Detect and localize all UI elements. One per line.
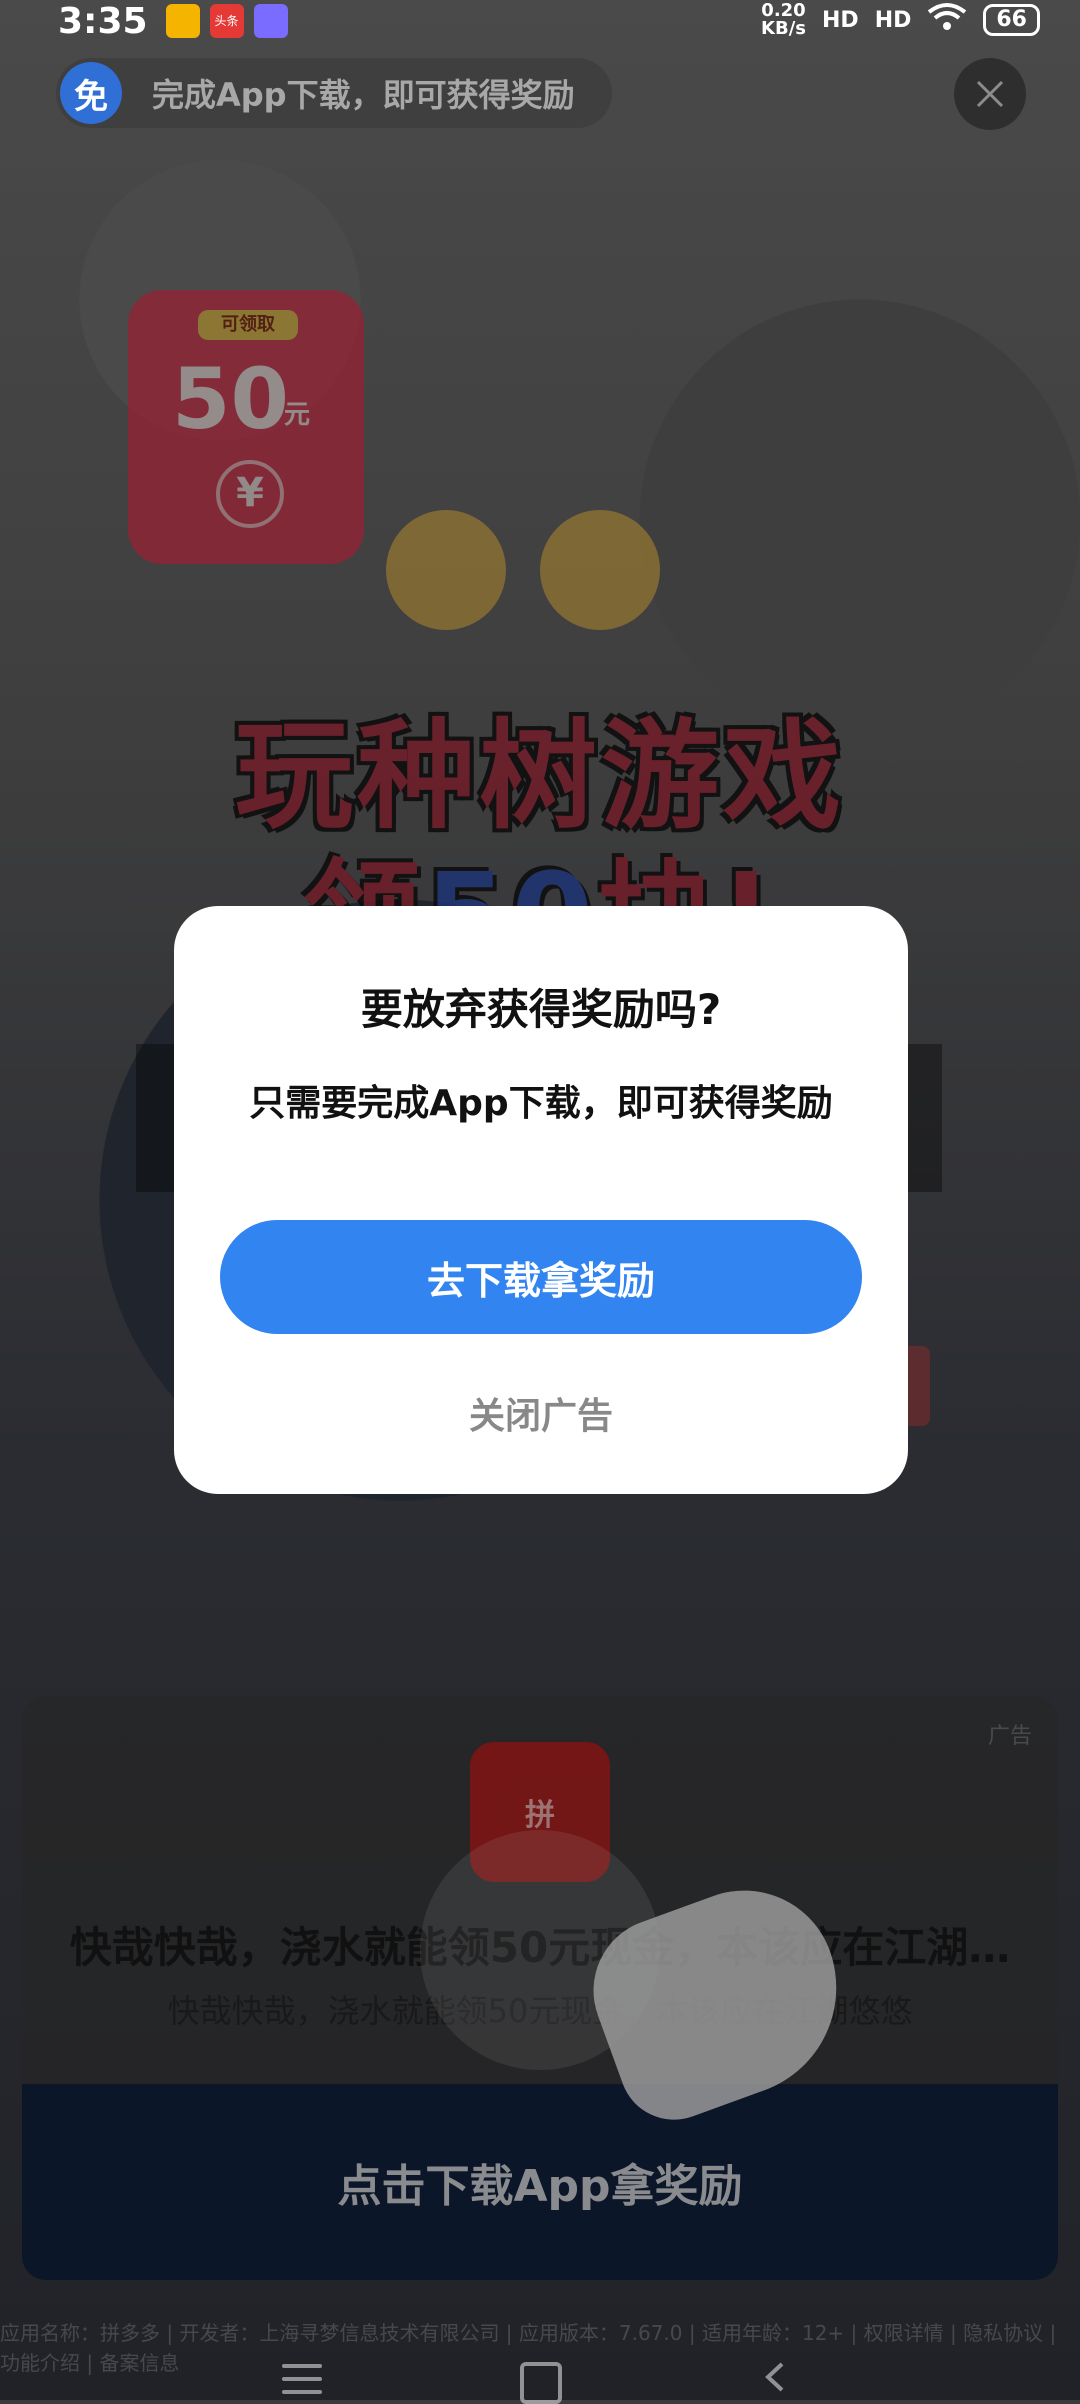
home-nav-icon[interactable] [520, 2362, 562, 2404]
back-nav-icon[interactable] [760, 2362, 790, 2392]
dialog-message: 只需要完成App下载，即可获得奖励 [249, 1083, 833, 1124]
signal-icon: HD [822, 7, 859, 33]
status-right: 0.20 KB/s HD HD 66 [761, 2, 1040, 38]
dialog-title: 要放弃获得奖励吗? [360, 985, 722, 1034]
menu-nav-icon[interactable] [282, 2364, 322, 2394]
reward-banner: 免 完成App下载，即可获得奖励 [56, 58, 612, 128]
close-ad-text-button[interactable]: 关闭广告 [174, 1386, 908, 1440]
battery-icon: 66 [983, 4, 1040, 36]
status-bar: 3:35 头条 0.20 KB/s HD HD 66 [0, 0, 1080, 42]
wifi-icon [927, 2, 967, 38]
notification-icons: 头条 [165, 4, 288, 38]
go-download-button[interactable]: 去下载拿奖励 [220, 1220, 862, 1334]
system-nav-bar [0, 2346, 1080, 2404]
reward-banner-text: 完成App下载，即可获得奖励 [152, 76, 575, 114]
toutiao-app-icon: 头条 [209, 4, 244, 38]
game-app-icon [253, 4, 288, 38]
network-speed: 0.20 KB/s [761, 0, 806, 39]
notes-app-icon [165, 4, 200, 38]
status-time: 3:35 [58, 0, 148, 42]
close-ad-button[interactable] [954, 58, 1026, 130]
free-badge-icon: 免 [60, 62, 122, 124]
abandon-reward-dialog: 要放弃获得奖励吗? 只需要完成App下载，即可获得奖励 去下载拿奖励 关闭广告 [174, 906, 908, 1494]
close-icon [976, 80, 1004, 108]
signal-icon: HD [874, 7, 912, 33]
